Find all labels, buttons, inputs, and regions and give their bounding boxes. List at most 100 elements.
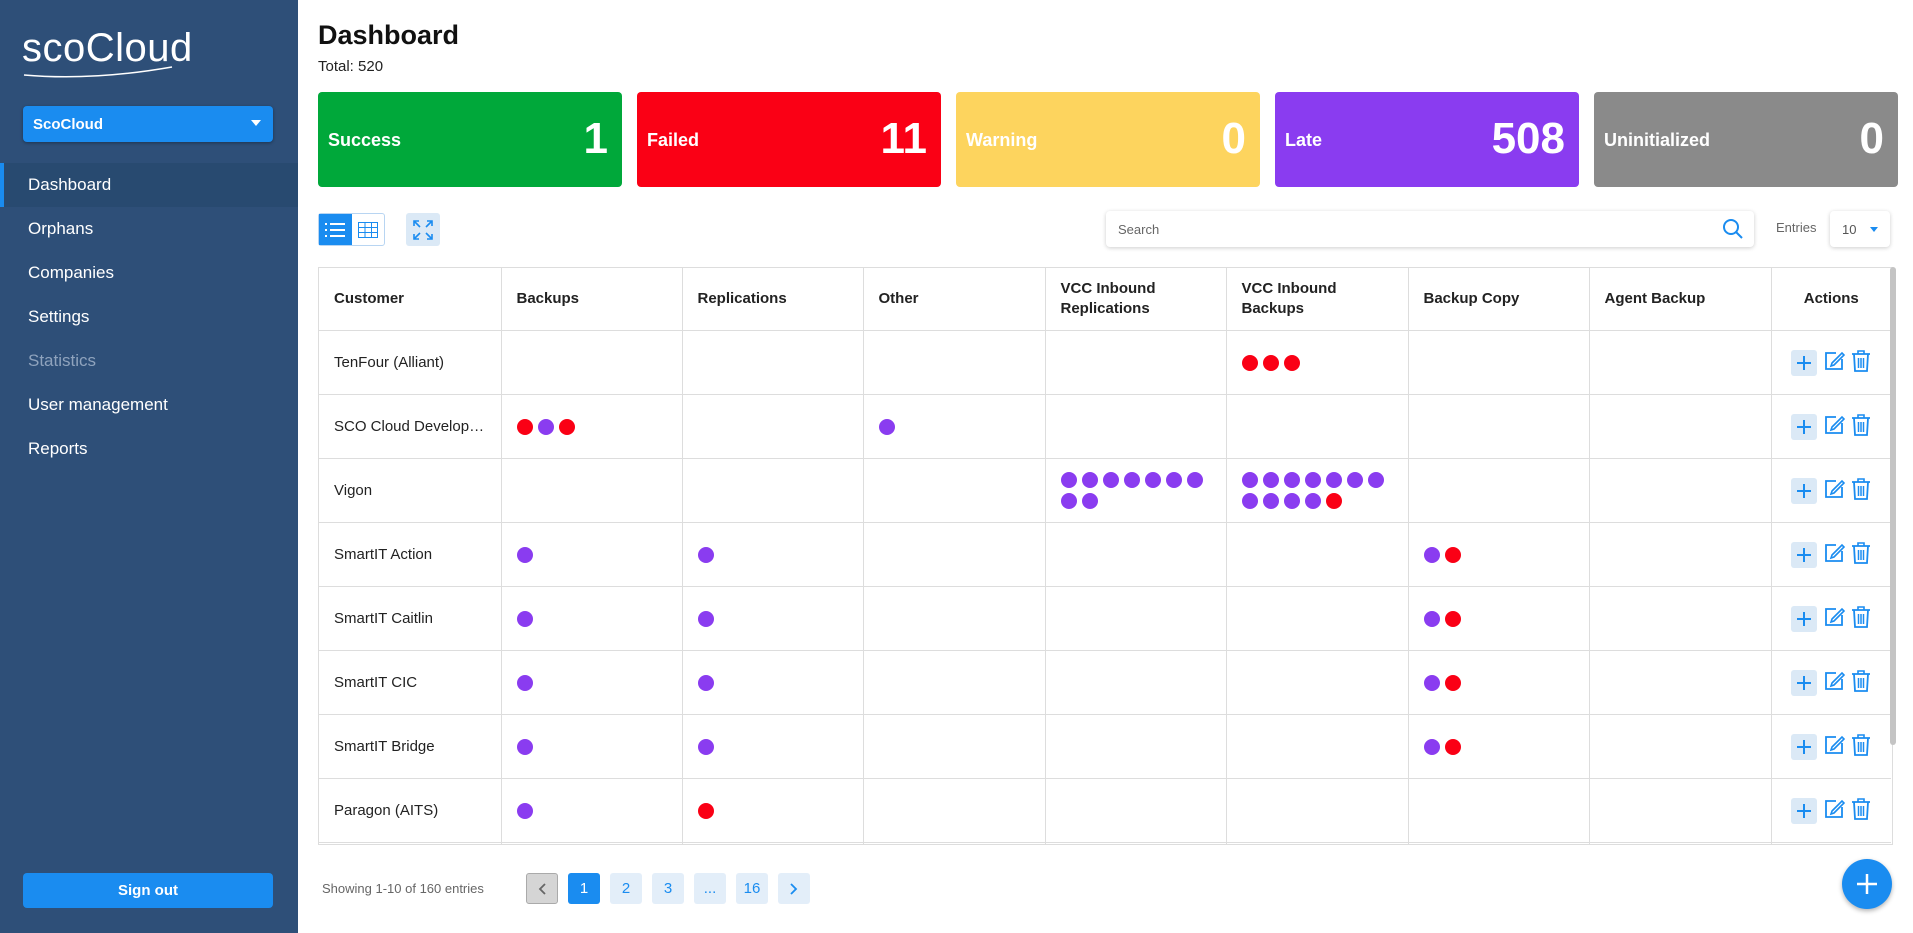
late-status-dot[interactable] [1262,472,1279,488]
customer-name[interactable]: SCO Cloud Develop… [319,394,502,459]
failed-status-dot[interactable] [1444,546,1461,563]
edit-button[interactable] [1823,542,1846,568]
late-status-dot[interactable] [1144,472,1161,488]
late-status-dot[interactable] [1262,493,1279,509]
late-status-dot[interactable] [1081,472,1098,488]
tenant-dropdown[interactable]: ScoCloud [23,106,273,142]
add-job-button[interactable] [1791,733,1818,760]
add-job-button[interactable] [1791,669,1818,696]
table-scrollbar[interactable] [1890,267,1896,745]
late-status-dot[interactable] [1283,493,1300,509]
late-status-dot[interactable] [1325,472,1342,488]
delete-button[interactable] [1851,605,1871,632]
sidebar-item-orphans[interactable]: Orphans [0,207,298,251]
late-status-dot[interactable] [1304,472,1321,488]
add-job-button[interactable] [1791,413,1818,440]
delete-button[interactable] [1851,669,1871,696]
failed-status-dot[interactable] [1325,493,1342,509]
sidebar-item-dashboard[interactable]: Dashboard [0,163,298,207]
customer-name[interactable]: SmartIT Bridge [319,714,502,779]
late-status-dot[interactable] [1060,493,1077,509]
late-status-dot[interactable] [516,802,533,819]
failed-status-dot[interactable] [1444,610,1461,627]
failed-status-dot[interactable] [516,418,533,435]
late-status-dot[interactable] [1283,472,1300,488]
failed-status-dot[interactable] [1444,738,1461,755]
search-icon[interactable] [1722,218,1744,240]
sidebar-item-settings[interactable]: Settings [0,295,298,339]
failed-status-dot[interactable] [1241,354,1258,371]
late-status-dot[interactable] [1123,472,1140,488]
late-status-dot[interactable] [516,546,533,563]
late-status-dot[interactable] [1423,610,1440,627]
late-status-dot[interactable] [878,418,895,435]
failed-status-dot[interactable] [1444,674,1461,691]
delete-button[interactable] [1851,797,1871,824]
customer-name[interactable]: Vigon [319,458,502,523]
entries-dropdown[interactable]: 10 [1830,211,1890,247]
sidebar-item-user-management[interactable]: User management [0,383,298,427]
sign-out-button[interactable]: Sign out [23,873,273,908]
edit-button[interactable] [1823,606,1846,632]
status-card-warning[interactable]: Warning 0 [956,92,1260,187]
late-status-dot[interactable] [1102,472,1119,488]
edit-button[interactable] [1823,350,1846,376]
customer-name[interactable] [319,842,502,844]
delete-button[interactable] [1851,413,1871,440]
late-status-dot[interactable] [1423,546,1440,563]
sidebar-item-reports[interactable]: Reports [0,427,298,471]
late-status-dot[interactable] [1241,493,1258,509]
edit-button[interactable] [1823,414,1846,440]
add-job-button[interactable] [1791,797,1818,824]
status-card-uninitialized[interactable]: Uninitialized 0 [1594,92,1898,187]
late-status-dot[interactable] [1423,674,1440,691]
late-status-dot[interactable] [516,674,533,691]
grid-view-button[interactable] [352,214,385,245]
edit-button[interactable] [1823,734,1846,760]
failed-status-dot[interactable] [697,802,714,819]
late-status-dot[interactable] [1060,472,1077,488]
failed-status-dot[interactable] [1262,354,1279,371]
delete-button[interactable] [1851,541,1871,568]
add-job-button[interactable] [1791,477,1818,504]
delete-button[interactable] [1851,733,1871,760]
late-status-dot[interactable] [697,674,714,691]
status-card-failed[interactable]: Failed 11 [637,92,941,187]
late-status-dot[interactable] [1304,493,1321,509]
late-status-dot[interactable] [1081,493,1098,509]
late-status-dot[interactable] [1165,472,1182,488]
previous-page-button[interactable] [526,873,558,904]
add-job-button[interactable] [1791,349,1818,376]
delete-button[interactable] [1851,349,1871,376]
customer-name[interactable]: SmartIT Action [319,522,502,587]
failed-status-dot[interactable] [558,418,575,435]
late-status-dot[interactable] [1186,472,1203,488]
page-2-button[interactable]: 2 [610,873,642,904]
page-16-button[interactable]: 16 [736,873,768,904]
expand-button[interactable] [406,213,440,246]
late-status-dot[interactable] [697,546,714,563]
edit-button[interactable] [1823,670,1846,696]
customer-name[interactable]: Paragon (AITS) [319,778,502,843]
add-customer-fab[interactable] [1842,859,1892,909]
customer-name[interactable]: SmartIT CIC [319,650,502,715]
late-status-dot[interactable] [537,418,554,435]
next-page-button[interactable] [778,873,810,904]
add-job-button[interactable] [1791,541,1818,568]
late-status-dot[interactable] [516,738,533,755]
delete-button[interactable] [1851,477,1871,504]
late-status-dot[interactable] [516,610,533,627]
late-status-dot[interactable] [697,738,714,755]
status-card-late[interactable]: Late 508 [1275,92,1579,187]
failed-status-dot[interactable] [1283,354,1300,371]
late-status-dot[interactable] [697,610,714,627]
late-status-dot[interactable] [1241,472,1258,488]
edit-button[interactable] [1823,798,1846,824]
add-job-button[interactable] [1791,605,1818,632]
page-1-button[interactable]: 1 [568,873,600,904]
sidebar-item-companies[interactable]: Companies [0,251,298,295]
status-card-success[interactable]: Success 1 [318,92,622,187]
page-3-button[interactable]: 3 [652,873,684,904]
late-status-dot[interactable] [1346,472,1363,488]
search-input[interactable] [1116,220,1700,238]
